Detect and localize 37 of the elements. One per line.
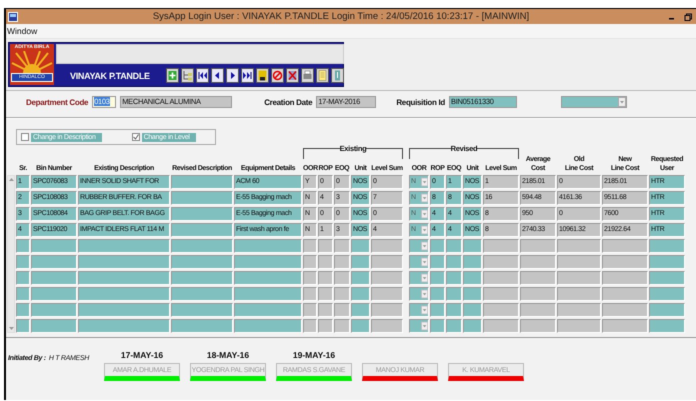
cancel-icon[interactable] bbox=[271, 68, 284, 83]
checkbox[interactable] bbox=[21, 133, 29, 141]
approval-date: 19-MAY-16 bbox=[292, 350, 336, 361]
last-record-icon[interactable] bbox=[241, 68, 254, 83]
table-cell bbox=[171, 191, 233, 205]
field-label: Creation Date bbox=[264, 98, 312, 106]
menu-item[interactable]: Window bbox=[7, 26, 38, 36]
table-cell bbox=[171, 207, 233, 221]
restore-icon[interactable] bbox=[684, 12, 692, 20]
plus-icon[interactable] bbox=[166, 68, 179, 83]
first-record-icon[interactable] bbox=[196, 68, 209, 83]
table-cell bbox=[171, 223, 233, 237]
field-label: Requisition Id bbox=[396, 98, 445, 106]
delete-icon[interactable] bbox=[286, 68, 299, 83]
floppy-disk-icon[interactable] bbox=[256, 68, 269, 83]
dropdown-field[interactable] bbox=[561, 96, 627, 108]
checkbox[interactable] bbox=[132, 133, 140, 141]
oor-dropdown[interactable] bbox=[409, 255, 429, 269]
user-name: VINAYAK P.TANDLE bbox=[69, 70, 151, 80]
oor-dropdown[interactable] bbox=[409, 271, 429, 285]
oor-dropdown[interactable] bbox=[409, 287, 429, 301]
table-cell bbox=[171, 175, 233, 189]
document-icon[interactable] bbox=[316, 68, 329, 83]
printer-icon[interactable] bbox=[301, 68, 314, 83]
window-title: SysApp Login User : VINAYAK P.TANDLE Login Time : 24/05/2016 10:23:17 - [MAINWIN] bbox=[152, 11, 530, 22]
sun-rays-icon bbox=[10, 51, 54, 73]
approval-date: 18-MAY-16 bbox=[206, 350, 250, 361]
oor-dropdown[interactable] bbox=[409, 303, 429, 317]
tree-icon[interactable] bbox=[181, 68, 194, 83]
exit-icon[interactable] bbox=[331, 68, 344, 83]
previous-icon[interactable] bbox=[211, 68, 224, 83]
approval-date: 17-MAY-16 bbox=[120, 350, 164, 361]
oor-dropdown[interactable] bbox=[409, 319, 429, 333]
next-icon[interactable] bbox=[226, 68, 239, 83]
app-icon bbox=[8, 12, 18, 22]
oor-dropdown[interactable] bbox=[409, 239, 429, 253]
field-label: Department Code bbox=[26, 98, 88, 106]
